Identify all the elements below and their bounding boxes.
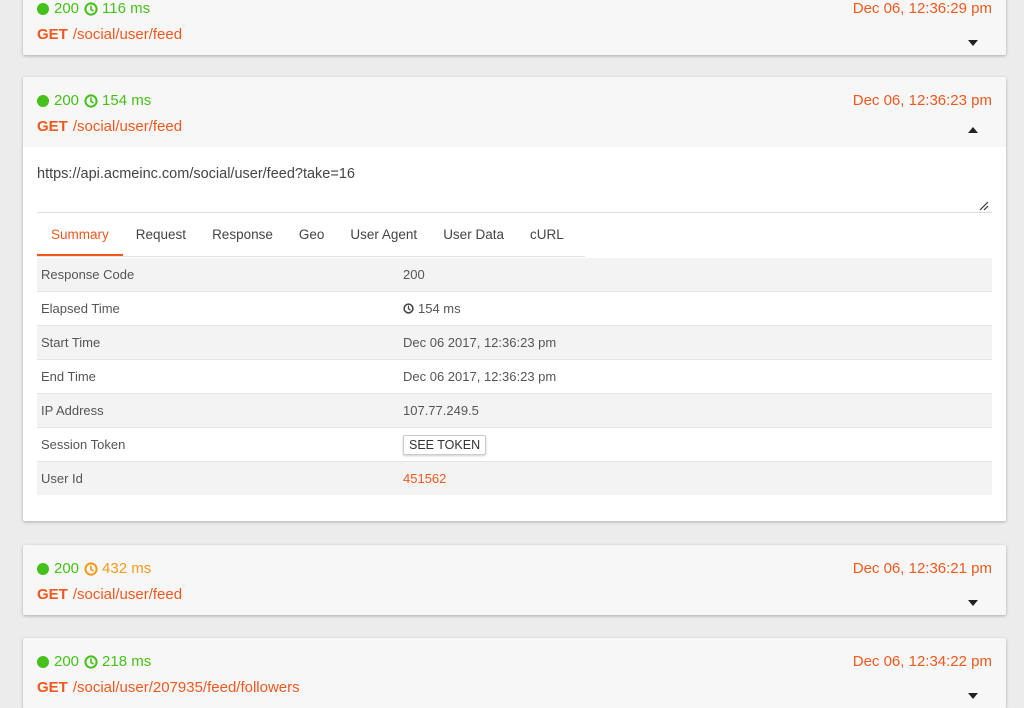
request-timestamp: Dec 06, 12:36:29 pm xyxy=(852,0,992,17)
row-value: 154 ms xyxy=(403,301,461,316)
status-dot-icon xyxy=(37,562,49,575)
status-dot-icon xyxy=(37,94,49,107)
http-method: GET xyxy=(37,679,68,696)
status-line: 200 154 ms xyxy=(37,92,151,109)
status-line: 200 218 ms xyxy=(37,653,151,670)
clock-icon xyxy=(84,93,98,108)
duration: 116 ms xyxy=(102,0,151,17)
status-dot-icon xyxy=(37,2,49,15)
request-card[interactable]: 200 116 ms Dec 06, 12:36:29 pm GET/socia… xyxy=(23,0,1006,55)
url-textarea[interactable]: https://api.acmeinc.com/social/user/feed… xyxy=(37,147,992,213)
tab-summary[interactable]: Summary xyxy=(37,213,123,256)
user-id-link[interactable]: 451562 xyxy=(403,471,446,486)
summary-table: Response Code 200 Elapsed Time 154 ms St… xyxy=(37,258,992,495)
status-code: 200 xyxy=(54,560,80,577)
row-label: End Time xyxy=(41,369,96,384)
expand-caret-icon[interactable] xyxy=(968,693,978,699)
http-method: GET xyxy=(37,26,68,43)
table-row: IP Address 107.77.249.5 xyxy=(37,394,992,428)
request-card[interactable]: 200 218 ms Dec 06, 12:34:22 pm GET/socia… xyxy=(23,638,1006,708)
request-detail: https://api.acmeinc.com/social/user/feed… xyxy=(23,147,1006,521)
expand-caret-icon[interactable] xyxy=(968,40,978,46)
request-timestamp: Dec 06, 12:36:23 pm xyxy=(852,92,992,109)
tab-user-data[interactable]: User Data xyxy=(430,213,517,256)
clock-icon xyxy=(84,654,98,669)
request-card-header[interactable]: 200 116 ms Dec 06, 12:36:29 pm GET/socia… xyxy=(23,0,1006,55)
table-row: End Time Dec 06 2017, 12:36:23 pm xyxy=(37,360,992,394)
row-label: User Id xyxy=(41,471,83,486)
table-row: Session Token SEE TOKEN xyxy=(37,428,992,462)
expand-caret-icon[interactable] xyxy=(968,600,978,606)
status-code: 200 xyxy=(54,653,80,670)
table-row: Start Time Dec 06 2017, 12:36:23 pm xyxy=(37,326,992,360)
collapse-caret-icon[interactable] xyxy=(968,127,978,133)
tab-request[interactable]: Request xyxy=(123,213,199,256)
duration: 432 ms xyxy=(102,560,152,577)
row-value: 200 xyxy=(403,267,425,282)
request-path: /social/user/feed xyxy=(72,26,183,43)
table-row: User Id 451562 xyxy=(37,462,992,495)
tab-curl[interactable]: cURL xyxy=(517,213,577,256)
request-path: /social/user/feed xyxy=(72,586,183,603)
row-value: Dec 06 2017, 12:36:23 pm xyxy=(403,369,557,384)
row-value: SEE TOKEN xyxy=(403,434,487,455)
request-card-header[interactable]: 200 432 ms Dec 06, 12:36:21 pm GET/socia… xyxy=(23,545,1006,615)
request-line: GET/social/user/feed xyxy=(37,118,182,135)
status-line: 200 432 ms xyxy=(37,560,151,577)
status-line: 200 116 ms xyxy=(37,0,150,17)
request-timestamp: Dec 06, 12:34:22 pm xyxy=(852,653,992,670)
row-label: Start Time xyxy=(41,335,101,350)
request-card-expanded: 200 154 ms Dec 06, 12:36:23 pm GET/socia… xyxy=(23,77,1006,521)
request-line: GET/social/user/feed xyxy=(37,26,182,43)
request-url: https://api.acmeinc.com/social/user/feed… xyxy=(37,166,355,182)
detail-tabs: Summary Request Response Geo User Agent … xyxy=(37,213,585,257)
request-line: GET/social/user/207935/feed/followers xyxy=(37,679,300,696)
clock-icon xyxy=(84,561,98,576)
request-path: /social/user/207935/feed/followers xyxy=(72,679,300,696)
duration: 218 ms xyxy=(102,653,152,670)
row-label: IP Address xyxy=(41,403,104,418)
status-code: 200 xyxy=(54,92,80,109)
request-card-header[interactable]: 200 218 ms Dec 06, 12:34:22 pm GET/socia… xyxy=(23,638,1006,708)
table-row: Elapsed Time 154 ms xyxy=(37,292,992,326)
row-label: Elapsed Time xyxy=(41,301,120,316)
elapsed-value: 154 ms xyxy=(418,301,461,316)
resize-handle-icon[interactable] xyxy=(979,199,989,211)
request-path: /social/user/feed xyxy=(72,118,183,135)
row-value: 107.77.249.5 xyxy=(403,403,479,418)
duration: 154 ms xyxy=(102,92,152,109)
tab-user-agent[interactable]: User Agent xyxy=(337,213,430,256)
clock-icon xyxy=(403,303,414,314)
clock-icon xyxy=(84,1,98,16)
row-label: Session Token xyxy=(41,437,126,452)
http-method: GET xyxy=(37,586,68,603)
status-dot-icon xyxy=(37,655,49,668)
request-timestamp: Dec 06, 12:36:21 pm xyxy=(852,560,992,577)
request-card[interactable]: 200 432 ms Dec 06, 12:36:21 pm GET/socia… xyxy=(23,545,1006,615)
table-row: Response Code 200 xyxy=(37,258,992,292)
row-value: Dec 06 2017, 12:36:23 pm xyxy=(403,335,557,350)
row-label: Response Code xyxy=(41,267,135,282)
status-code: 200 xyxy=(54,0,80,17)
see-token-button[interactable]: SEE TOKEN xyxy=(403,434,487,455)
tab-response[interactable]: Response xyxy=(199,213,286,256)
http-method: GET xyxy=(37,118,68,135)
tab-geo[interactable]: Geo xyxy=(286,213,338,256)
request-line: GET/social/user/feed xyxy=(37,586,182,603)
request-card-header[interactable]: 200 154 ms Dec 06, 12:36:23 pm GET/socia… xyxy=(23,77,1006,147)
